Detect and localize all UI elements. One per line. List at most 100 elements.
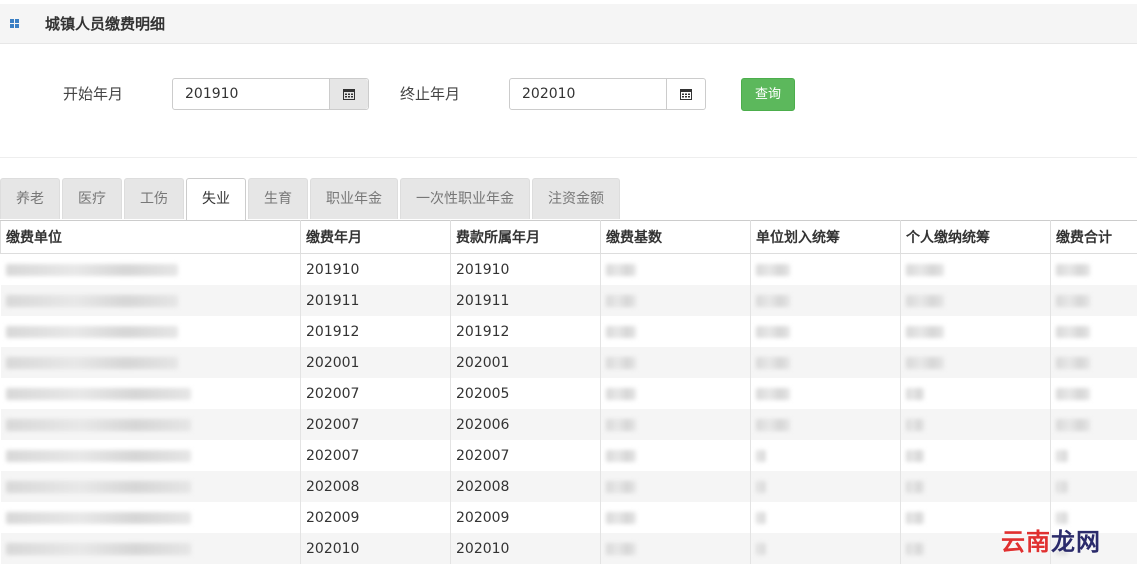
column-header[interactable]: 缴费年月 (300, 220, 451, 254)
redacted-cell (750, 253, 901, 285)
watermark-text: 龙网 (1051, 527, 1101, 556)
grid-menu-icon (10, 19, 19, 28)
redacted-value (906, 263, 944, 276)
column-header[interactable]: 缴费单位 (0, 220, 301, 254)
table-cell: 202001 (300, 347, 451, 378)
redacted-cell (750, 285, 901, 316)
redacted-value (756, 542, 766, 555)
table-cell: 202009 (450, 502, 601, 533)
redacted-cell (1050, 440, 1137, 471)
table-cell: 201911 (450, 285, 601, 316)
redacted-cell (750, 316, 901, 347)
table-row: 202010 202010 (0, 533, 1137, 564)
redacted-cell (1050, 378, 1137, 409)
calendar-icon[interactable] (329, 79, 368, 109)
redacted-value (606, 387, 636, 400)
redacted-cell (750, 471, 901, 502)
table-row: 202007 202006 (0, 409, 1137, 440)
redacted-cell (900, 471, 1051, 502)
redacted-cell (900, 409, 1051, 440)
redacted-cell (600, 347, 751, 378)
tab-lump-sum-annuity[interactable]: 一次性职业年金 (400, 178, 530, 219)
redacted-value (5, 449, 191, 462)
redacted-value (5, 356, 178, 369)
redacted-value (756, 387, 790, 400)
redacted-value (756, 294, 790, 307)
tab-injury[interactable]: 工伤 (124, 178, 184, 219)
tab-occupational-annuity[interactable]: 职业年金 (310, 178, 398, 219)
redacted-cell (750, 409, 901, 440)
payment-table: 缴费单位 缴费年月 费款所属年月 缴费基数 单位划入统筹 个人缴纳统筹 缴费合计… (0, 220, 1137, 564)
calendar-icon[interactable] (666, 79, 705, 109)
tab-maternity[interactable]: 生育 (248, 178, 308, 219)
redacted-cell (750, 502, 901, 533)
table-row: 202008 202008 (0, 471, 1137, 502)
start-month-value[interactable]: 201910 (173, 79, 329, 109)
tab-medical[interactable]: 医疗 (62, 178, 122, 219)
redacted-value (756, 418, 790, 431)
redacted-cell (900, 316, 1051, 347)
table-cell: 201912 (300, 316, 451, 347)
redacted-value (906, 294, 944, 307)
redacted-cell (1050, 253, 1137, 285)
redacted-value (906, 480, 924, 493)
table-cell: 202005 (450, 378, 601, 409)
table-cell: 202008 (300, 471, 451, 502)
redacted-value (5, 480, 191, 493)
start-month-field[interactable]: 201910 (172, 78, 369, 110)
redacted-cell (750, 347, 901, 378)
redacted-value (1056, 294, 1090, 307)
table-cell: 202010 (450, 533, 601, 564)
redacted-value (756, 449, 766, 462)
redacted-cell (900, 253, 1051, 285)
redacted-cell (0, 285, 301, 316)
redacted-cell (750, 440, 901, 471)
divider (0, 157, 1137, 158)
redacted-value (906, 387, 924, 400)
redacted-value (1056, 480, 1068, 493)
tab-unemployment[interactable]: 失业 (186, 178, 246, 220)
redacted-cell (900, 440, 1051, 471)
table-row: 202001 202001 (0, 347, 1137, 378)
redacted-value (5, 387, 191, 400)
redacted-cell (750, 378, 901, 409)
watermark-text: 云南 (1001, 527, 1051, 556)
redacted-value (756, 356, 790, 369)
table-row: 201910 201910 (0, 253, 1137, 285)
redacted-value (906, 542, 924, 555)
table-row: 201912 201912 (0, 316, 1137, 347)
table-row: 202009 202009 (0, 502, 1137, 533)
column-header[interactable]: 缴费基数 (600, 220, 751, 254)
end-month-field[interactable]: 202010 (509, 78, 706, 110)
redacted-cell (600, 533, 751, 564)
tab-pension[interactable]: 养老 (0, 178, 60, 219)
table-header-row: 缴费单位 缴费年月 费款所属年月 缴费基数 单位划入统筹 个人缴纳统筹 缴费合计 (0, 220, 1137, 254)
redacted-value (1056, 325, 1090, 338)
redacted-cell (600, 285, 751, 316)
tab-capital-injection[interactable]: 注资金额 (532, 178, 620, 219)
column-header[interactable]: 费款所属年月 (450, 220, 601, 254)
redacted-value (906, 449, 924, 462)
redacted-value (5, 418, 191, 431)
redacted-cell (1050, 316, 1137, 347)
table-cell: 202007 (450, 440, 601, 471)
redacted-value (606, 263, 636, 276)
redacted-value (606, 542, 636, 555)
query-button[interactable]: 查询 (741, 78, 795, 111)
table-row: 201911 201911 (0, 285, 1137, 316)
site-watermark-logo: 云南龙网 (1001, 522, 1101, 557)
redacted-cell (600, 502, 751, 533)
redacted-value (906, 511, 924, 524)
redacted-cell (1050, 347, 1137, 378)
redacted-value (606, 294, 636, 307)
redacted-value (756, 511, 766, 524)
table-row: 202007 202005 (0, 378, 1137, 409)
redacted-value (1056, 418, 1090, 431)
column-header[interactable]: 单位划入统筹 (750, 220, 901, 254)
column-header[interactable]: 个人缴纳统筹 (900, 220, 1051, 254)
page-title: 城镇人员缴费明细 (45, 15, 166, 33)
redacted-value (1056, 356, 1090, 369)
column-header[interactable]: 缴费合计 (1050, 220, 1137, 254)
redacted-value (756, 480, 766, 493)
end-month-value[interactable]: 202010 (510, 79, 666, 109)
